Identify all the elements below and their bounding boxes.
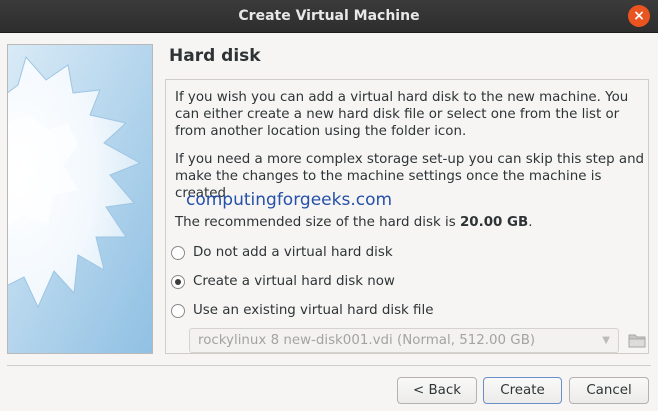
window-title: Create Virtual Machine [238,8,420,24]
radio-create-disk[interactable] [171,274,185,289]
choose-disk-file-button[interactable] [627,329,647,351]
option-existing-disk-label: Use an existing virtual hard disk file [193,303,434,318]
recommended-prefix: The recommended size of the hard disk is [175,215,460,230]
page-title: Hard disk [169,46,261,66]
option-create-disk-label: Create a virtual hard disk now [193,274,395,289]
wizard-illustration [7,44,153,354]
close-icon: × [633,8,645,24]
cancel-button[interactable]: Cancel [569,377,649,404]
intro-paragraph: If you wish you can add a virtual hard d… [175,90,629,139]
recommended-size-text: The recommended size of the hard disk is… [175,214,645,231]
option-no-disk[interactable]: Do not add a virtual hard disk [171,245,393,260]
back-button[interactable]: < Back [397,377,477,404]
recommended-size-value: 20.00 GB [459,215,529,230]
starburst-graphic [8,45,152,353]
existing-disk-value: rockylinux 8 new-disk001.vdi (Normal, 51… [198,333,536,348]
radio-no-disk[interactable] [171,245,185,260]
existing-disk-select[interactable]: rockylinux 8 new-disk001.vdi (Normal, 51… [189,328,619,353]
button-separator [7,365,651,366]
option-create-disk[interactable]: Create a virtual hard disk now [171,274,395,289]
title-bar: Create Virtual Machine × [0,0,658,33]
radio-existing-disk[interactable] [171,303,185,318]
folder-icon [628,334,646,348]
option-existing-disk[interactable]: Use an existing virtual hard disk file [171,303,433,318]
dialog-content: Hard disk If you wish you can add a virt… [0,33,658,411]
create-button[interactable]: Create [483,377,562,404]
option-no-disk-label: Do not add a virtual hard disk [193,245,393,260]
close-button[interactable]: × [628,5,650,27]
recommended-suffix: . [528,215,533,230]
watermark-text: computingforgeeks.com [186,190,393,210]
chevron-down-icon: ▼ [602,335,610,346]
